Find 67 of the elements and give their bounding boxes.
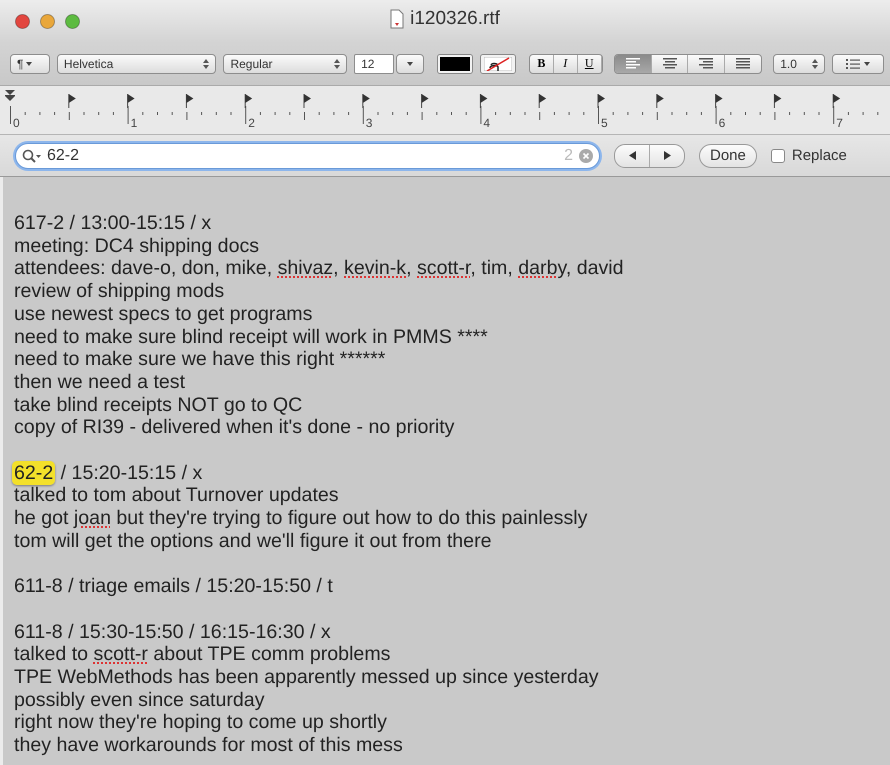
text-line: attendees: dave-o, don, mike, shivaz, kevin-k, scott-r, tim, darby, david <box>14 257 624 280</box>
text-line: tom will get the options and we'll figure it out from there <box>14 530 492 553</box>
no-color-icon <box>484 56 512 70</box>
align-left-button[interactable] <box>614 54 652 72</box>
document-icon <box>390 9 404 29</box>
stepper-icon <box>334 58 340 68</box>
text-line: possibly even since saturday <box>14 688 264 712</box>
text-line: 617-2 / 13:00-15:15 / x <box>14 212 212 235</box>
typeface-popup[interactable]: Regular <box>223 54 348 74</box>
ruler-number: 3 <box>366 116 372 130</box>
ruler-number: 0 <box>13 116 20 130</box>
search-field[interactable]: 62-2 2 <box>15 142 600 168</box>
font-size-field[interactable]: 12 <box>354 54 394 74</box>
text-line: right now they're hoping to come up shortly <box>14 711 387 734</box>
text-line: use newest specs to get programs <box>14 302 312 326</box>
search-icon <box>22 148 41 162</box>
align-left-icon <box>626 58 640 69</box>
text-line: review of shipping mods <box>14 280 224 303</box>
ruler-number: 1 <box>130 116 138 130</box>
text-color-well[interactable] <box>437 54 474 74</box>
left-triangle-icon <box>628 151 636 160</box>
background-color-well[interactable] <box>480 54 516 74</box>
color-swatch-icon <box>440 56 470 70</box>
ruler-number: 6 <box>718 116 726 130</box>
text-line: then we need a test <box>14 370 186 394</box>
text-line: 62-2 / 15:20-15:15 / x <box>14 462 202 484</box>
caret-icon <box>864 62 870 66</box>
right-triangle-icon <box>664 151 670 160</box>
close-button[interactable] <box>15 14 30 28</box>
text-line: take blind receipts NOT go to QC <box>14 394 302 416</box>
text-line: talked to scott-r about TPE comm problems <box>14 643 390 666</box>
bold-button[interactable]: B <box>530 54 554 72</box>
paragraph-style-button[interactable]: ¶ <box>10 54 50 74</box>
text-line: they have workarounds for most of this mess <box>14 734 403 757</box>
text-line: meeting: DC4 shipping docs <box>14 234 260 258</box>
bulleted-list-icon <box>846 58 860 68</box>
ruler-number: 2 <box>248 116 255 130</box>
font-size-menu-button[interactable] <box>396 54 424 74</box>
underline-button[interactable]: U <box>578 54 602 72</box>
font-family-popup[interactable]: Helvetica <box>56 54 216 74</box>
done-button[interactable]: Done <box>699 144 757 168</box>
align-right-icon <box>699 58 714 69</box>
align-justify-icon <box>736 58 750 69</box>
line-spacing-popup[interactable]: 1.0 <box>773 54 826 74</box>
text-line: he got joan but they're trying to figure out how to do this painlessly <box>14 507 588 530</box>
text-line: talked to tom about Turnover updates <box>14 484 339 508</box>
italic-button[interactable]: I <box>554 54 578 72</box>
ruler-number: 5 <box>601 116 608 130</box>
replace-label: Replace <box>792 147 847 164</box>
zoom-button[interactable] <box>65 14 80 28</box>
caret-icon <box>407 62 414 66</box>
ruler-number: 7 <box>836 116 843 130</box>
text-line: need to make sure blind receipt will work in PMMS **** <box>14 326 488 348</box>
text-line: 611-8 / triage emails / 15:20-15:50 / t <box>14 575 333 598</box>
text-line: copy of RI39 - delivered when it's done - no priority <box>14 416 454 440</box>
align-center-icon <box>662 58 677 69</box>
minimize-button[interactable] <box>40 14 55 28</box>
stepper-icon <box>812 58 818 68</box>
caret-icon <box>26 62 32 66</box>
text-line: need to make sure we have this right ****** <box>14 348 386 371</box>
list-style-button[interactable] <box>832 54 884 74</box>
text-line: TPE WebMethods has been apparently messed up since yesterday <box>14 666 599 689</box>
text-line: 611-8 / 15:30-15:50 / 16:15-16:30 / x <box>14 620 331 644</box>
window-title: i120326.rtf <box>410 8 500 30</box>
stepper-icon <box>203 58 210 68</box>
ruler-number: 4 <box>483 116 490 130</box>
replace-checkbox[interactable] <box>770 148 785 162</box>
